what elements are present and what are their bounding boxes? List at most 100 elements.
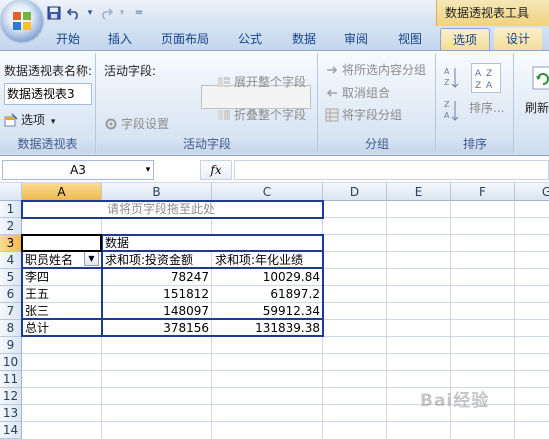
sort-descending-icon[interactable]: ZA	[443, 98, 459, 124]
undo-icon[interactable]	[66, 5, 82, 21]
sort-ascending-icon[interactable]: AZ	[443, 65, 459, 91]
tab-view[interactable]: 视图	[386, 28, 434, 50]
column-header-f[interactable]: F	[451, 183, 515, 201]
active-field-label: 活动字段:	[104, 64, 157, 78]
collapse-field-label: 折叠整个字段	[234, 108, 307, 122]
pivot-data-label[interactable]: 数据	[102, 235, 212, 252]
pivot-value-cell[interactable]: 59912.34	[212, 303, 323, 320]
refresh-icon[interactable]	[531, 65, 549, 91]
row-header-14[interactable]: 14	[0, 422, 22, 439]
select-all-corner[interactable]	[0, 183, 22, 201]
group-field-icon	[325, 108, 339, 122]
pivot-value-cell[interactable]: 61897.2	[212, 286, 323, 303]
pivot-row-label[interactable]: 张三	[22, 303, 102, 320]
pivot-value-cell[interactable]: 78247	[102, 269, 212, 286]
formula-bar: A3 ▾ fx	[0, 157, 549, 183]
pivot-row-label[interactable]: 王五	[22, 286, 102, 303]
column-header-e[interactable]: E	[387, 183, 451, 201]
group-selection-button[interactable]: 将所选内容分组	[325, 61, 426, 78]
column-header-b[interactable]: B	[102, 183, 212, 201]
name-box-dropdown-icon[interactable]: ▾	[142, 160, 154, 180]
svg-text:A: A	[486, 81, 493, 91]
name-box[interactable]: A3	[2, 160, 154, 180]
row-field-filter-dropdown[interactable]: ▼	[84, 251, 99, 266]
svg-text:Z: Z	[444, 100, 450, 109]
expand-entire-field-button[interactable]: 展开整个字段	[217, 73, 306, 90]
pivot-table-tools-title: 数据透视表工具	[436, 0, 549, 26]
sort-dialog-icon[interactable]: AZZA	[471, 63, 501, 93]
office-button[interactable]	[1, 0, 43, 42]
undo-dropdown-icon[interactable]: ▾	[86, 5, 94, 21]
save-icon[interactable]	[46, 5, 62, 21]
ribbon-tabs: 开始 插入 页面布局 公式 数据 审阅 视图 选项 设计	[0, 26, 549, 50]
row-header-11[interactable]: 11	[0, 371, 22, 388]
field-settings-button[interactable]: 字段设置	[104, 115, 169, 132]
tab-page-layout[interactable]: 页面布局	[152, 28, 218, 50]
svg-text:Z: Z	[486, 69, 492, 79]
pivot-row-label[interactable]: 李四	[22, 269, 102, 286]
expand-field-icon	[217, 75, 231, 89]
row-header-6[interactable]: 6	[0, 286, 22, 303]
row-header-1[interactable]: 1	[0, 201, 22, 218]
row-header-12[interactable]: 12	[0, 388, 22, 405]
redo-dropdown-icon[interactable]: ▾	[118, 5, 126, 21]
active-field-group: 活动字段: 字段设置 展开整个字段 折叠整个字段 活动字段	[97, 53, 318, 153]
options-label: 选项	[21, 113, 46, 127]
tab-insert[interactable]: 插入	[96, 28, 144, 50]
row-header-5[interactable]: 5	[0, 269, 22, 286]
tab-home[interactable]: 开始	[44, 28, 92, 50]
grouping-group: 将所选内容分组 取消组合 将字段分组 分组	[319, 53, 436, 153]
row-header-8[interactable]: 8	[0, 320, 22, 337]
collapse-entire-field-button[interactable]: 折叠整个字段	[217, 106, 306, 123]
ungroup-button[interactable]: 取消组合	[325, 84, 390, 101]
row-header-7[interactable]: 7	[0, 303, 22, 320]
pivot-name-input[interactable]: 数据透视表3	[4, 83, 92, 105]
ribbon: 数据透视表名称: 数据透视表3 选项 ▾ 数据透视表 活动字段: 字段设置 展开…	[0, 50, 549, 156]
refresh-button[interactable]: 刷新	[525, 99, 549, 116]
worksheet-grid[interactable]: A B C D E F G 1 2 3 4 5 6 7 8 9 10 11 12…	[0, 183, 549, 439]
options-dropdown-icon: ▾	[50, 117, 56, 127]
pivot-grand-total-value[interactable]: 378156	[102, 320, 212, 337]
sort-button[interactable]: 排序...	[469, 99, 504, 116]
group-field-button[interactable]: 将字段分组	[325, 106, 402, 123]
tab-formulas[interactable]: 公式	[226, 28, 274, 50]
pivot-value-cell[interactable]: 148097	[102, 303, 212, 320]
pivot-grand-total-label[interactable]: 总计	[22, 320, 102, 337]
svg-text:A: A	[444, 67, 450, 76]
sort-group-label: 排序	[437, 135, 513, 153]
row-header-3[interactable]: 3	[0, 235, 22, 252]
tab-design[interactable]: 设计	[494, 28, 542, 50]
row-header-9[interactable]: 9	[0, 337, 22, 354]
sort-group: AZ ZA AZZA 排序... 排序	[437, 53, 514, 153]
customize-qat-icon[interactable]: =	[134, 5, 144, 21]
pivot-value-cell[interactable]: 151812	[102, 286, 212, 303]
column-header-g[interactable]: G	[515, 183, 549, 201]
tab-options[interactable]: 选项	[440, 28, 490, 50]
row-header-10[interactable]: 10	[0, 354, 22, 371]
redo-icon[interactable]	[98, 5, 114, 21]
tab-data[interactable]: 数据	[280, 28, 328, 50]
formula-input[interactable]	[234, 160, 549, 180]
data-group: 刷新	[515, 53, 549, 153]
quick-access-toolbar: ▾ ▾ =	[46, 4, 144, 22]
pivot-row-field-header[interactable]: 职员姓名	[22, 252, 84, 269]
gridline	[22, 353, 549, 354]
row-header-13[interactable]: 13	[0, 405, 22, 422]
grouping-group-label: 分组	[319, 135, 435, 153]
pivot-grand-total-value[interactable]: 131839.38	[212, 320, 323, 337]
column-header-d[interactable]: D	[323, 183, 387, 201]
active-cell-a3[interactable]	[21, 234, 102, 252]
tab-review[interactable]: 审阅	[332, 28, 380, 50]
insert-function-button[interactable]: fx	[200, 160, 232, 180]
options-button[interactable]: 选项 ▾	[4, 111, 55, 128]
pivot-value-header-investment[interactable]: 求和项:投资金额	[102, 252, 212, 269]
field-settings-icon	[104, 117, 118, 131]
pivot-value-cell[interactable]: 10029.84	[212, 269, 323, 286]
column-header-c[interactable]: C	[212, 183, 323, 201]
row-header-4[interactable]: 4	[0, 252, 22, 269]
pivot-value-header-annualized[interactable]: 求和项:年化业绩	[212, 252, 323, 269]
group-selection-icon	[325, 63, 339, 77]
page-field-drop-hint: 请将页字段拖至此处	[107, 202, 216, 216]
row-header-2[interactable]: 2	[0, 218, 22, 235]
column-header-a[interactable]: A	[22, 183, 102, 201]
